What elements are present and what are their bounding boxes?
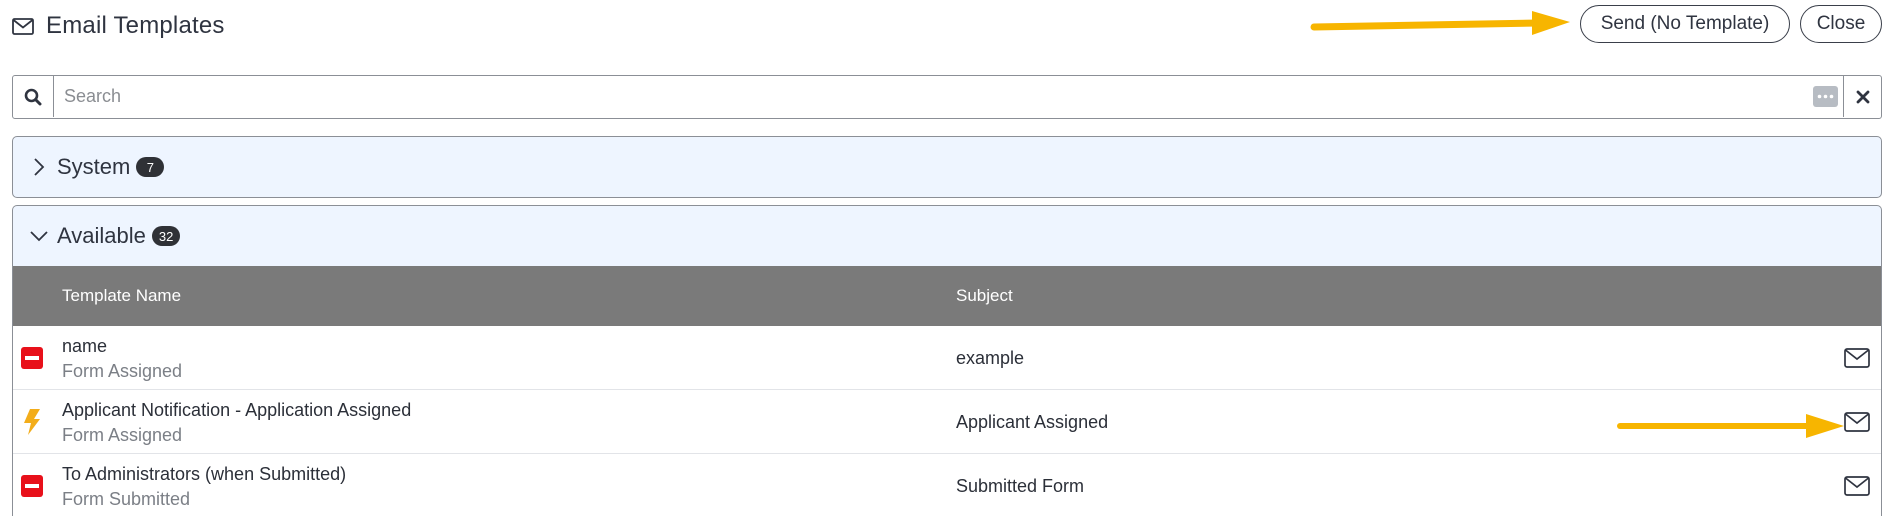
search-bar [12,75,1882,119]
envelope-icon [12,17,34,35]
table-row[interactable]: To Administrators (when Submitted) Form … [13,454,1881,516]
group-system-label: System [57,154,131,179]
group-system-header[interactable]: System 7 [13,137,1881,197]
clear-search-icon[interactable] [1843,76,1881,117]
template-subject: example [956,348,1025,368]
minus-circle-icon [20,474,44,498]
group-available: Available 32 Template Name Subject name … [12,205,1882,516]
page-title: Email Templates [46,12,225,39]
send-no-template-button[interactable]: Send (No Template) [1580,5,1790,43]
table-row[interactable]: Applicant Notification - Application Ass… [13,390,1881,454]
group-available-header[interactable]: Available 32 [13,206,1881,266]
column-header-template-name[interactable]: Template Name [62,266,181,326]
group-available-label: Available [57,223,146,248]
send-email-icon[interactable] [1843,475,1871,497]
count-badge: 32 [151,226,181,246]
search-input[interactable] [54,76,1814,117]
template-name: name [62,336,108,356]
annotation-arrow [1310,11,1570,35]
more-options-icon[interactable] [1813,86,1838,107]
title-wrap: Email Templates [12,10,225,42]
template-event: Form Assigned [62,425,183,445]
header: Email Templates Send (No Template) Close [0,0,1895,60]
close-button[interactable]: Close [1800,5,1882,43]
count-badge: 7 [136,157,165,177]
table-row[interactable]: name Form Assigned example [13,326,1881,390]
search-icon[interactable] [13,76,54,117]
column-header-subject[interactable]: Subject [956,266,1013,326]
table-header: Template Name Subject [13,266,1881,326]
template-name: To Administrators (when Submitted) [62,464,347,484]
template-event: Form Assigned [62,361,183,381]
group-system[interactable]: System 7 [12,136,1882,198]
template-event: Form Submitted [62,489,191,509]
minus-circle-icon [20,346,44,370]
chevron-right-icon [25,157,53,177]
lightning-bolt-icon [20,409,44,435]
send-email-icon[interactable] [1843,347,1871,369]
template-subject: Applicant Assigned [956,412,1109,432]
template-subject: Submitted Form [956,476,1085,496]
template-name: Applicant Notification - Application Ass… [62,400,412,420]
annotation-arrow [1617,414,1844,438]
chevron-down-icon [25,226,53,246]
